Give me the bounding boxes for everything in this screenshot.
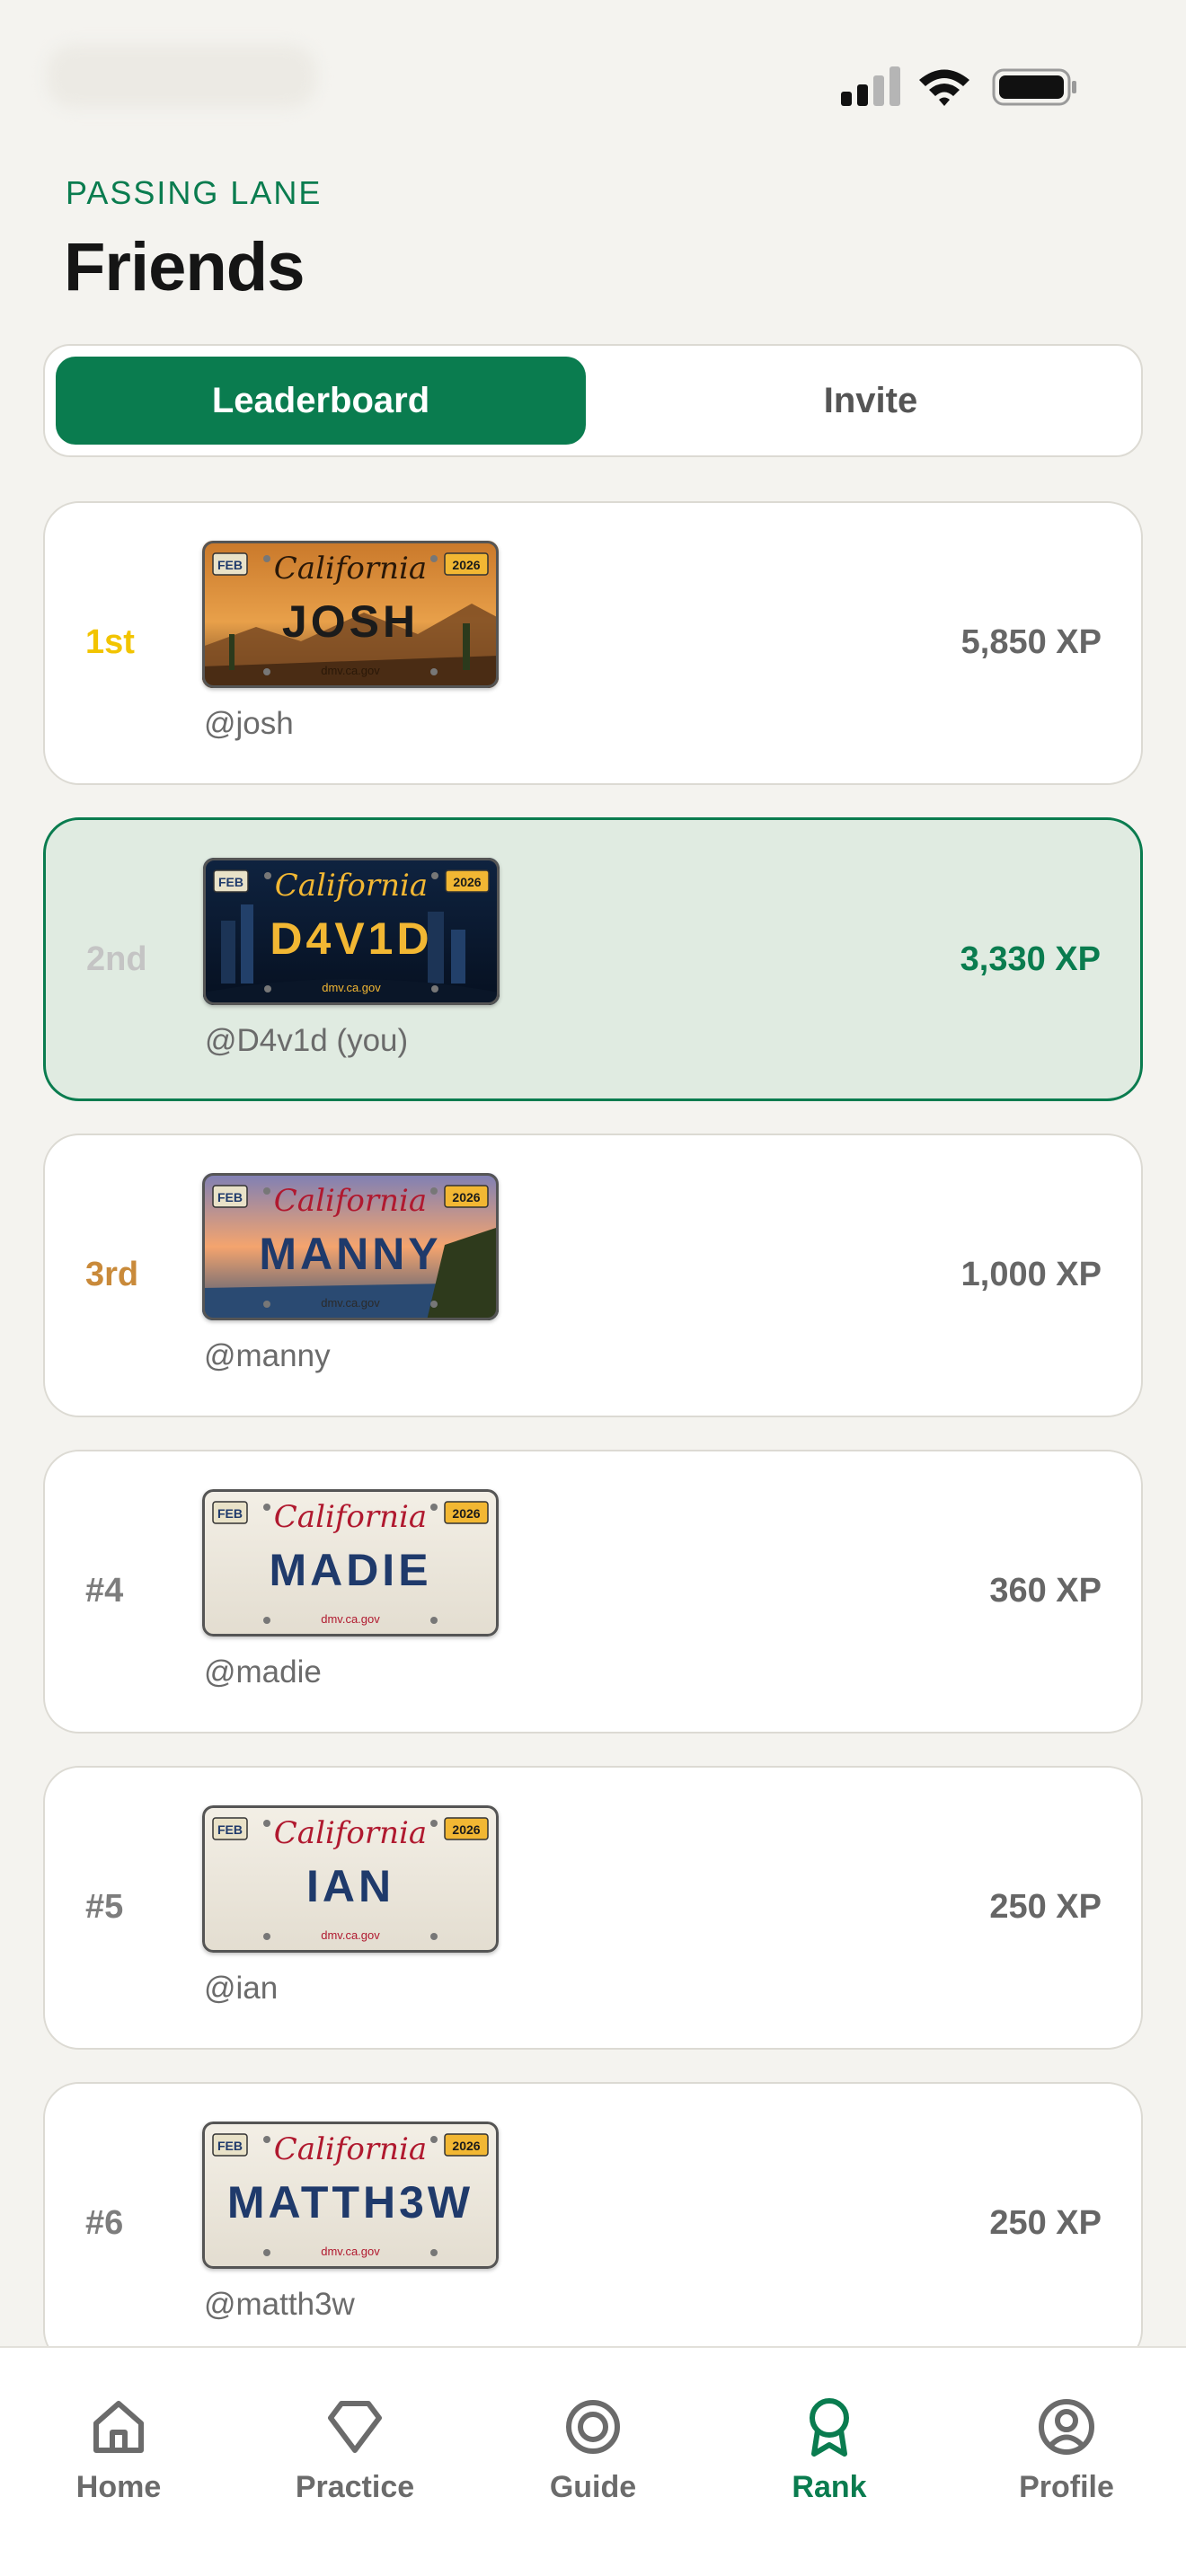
- leaderboard-row[interactable]: #4 FEB 2026 California MADIE dmv.ca.gov @madie…: [43, 1450, 1143, 1734]
- status-time-blurred: [47, 45, 316, 108]
- plate-month: FEB: [217, 1822, 243, 1837]
- plate-state: California: [275, 868, 428, 904]
- license-plate-art: FEB 2026 California D4V1D dmv.ca.gov: [203, 858, 500, 1005]
- user-handle: @manny: [204, 1338, 331, 1373]
- xp-value: 5,850 XP: [960, 623, 1102, 661]
- plate-site: dmv.ca.gov: [322, 981, 381, 994]
- friends-tab-switcher: Leaderboard Invite: [43, 344, 1143, 457]
- plate-state: California: [274, 1499, 427, 1535]
- license-plate-image: FEB 2026 California D4V1D dmv.ca.gov: [203, 858, 500, 1005]
- plate-number: MANNY: [259, 1229, 441, 1279]
- plate-year: 2026: [452, 1822, 480, 1837]
- leaderboard-row[interactable]: 2nd FEB 2026 California D4V1D dmv.ca.gov @D4v1…: [43, 817, 1143, 1101]
- plate-year: 2026: [452, 2139, 480, 2153]
- rank-label: #5: [85, 1888, 124, 1926]
- user-handle: @matth3w: [204, 2287, 355, 2322]
- plate-month: FEB: [217, 558, 243, 572]
- plate-site: dmv.ca.gov: [321, 1612, 380, 1626]
- leaderboard-row[interactable]: #6 FEB 2026 California MATTH3W dmv.ca.gov @mat…: [43, 2082, 1143, 2366]
- user-handle: @josh: [204, 706, 294, 741]
- tab-invite[interactable]: Invite: [606, 357, 1136, 445]
- plate-number: JOSH: [282, 596, 419, 647]
- wifi-icon: [919, 69, 969, 106]
- app-eyebrow: PASSING LANE: [66, 174, 323, 211]
- plate-number: MADIE: [269, 1545, 431, 1595]
- plate-year: 2026: [452, 558, 480, 572]
- rank-label: 1st: [85, 623, 135, 661]
- license-plate-art: FEB 2026 California MATTH3W dmv.ca.gov: [202, 2122, 499, 2269]
- user-handle: @madie: [204, 1654, 322, 1689]
- plate-month: FEB: [217, 1190, 243, 1204]
- license-plate-image: FEB 2026 California JOSH dmv.ca.gov: [202, 541, 499, 688]
- status-bar: [0, 0, 1186, 171]
- nav-rank[interactable]: Rank: [739, 2395, 919, 2505]
- cellular-signal-icon: [841, 66, 900, 106]
- xp-value: 3,330 XP: [960, 940, 1101, 978]
- leaderboard-row[interactable]: 3rd FEB 2026 California MANNY dmv.ca.gov @mann…: [43, 1134, 1143, 1417]
- license-plate-art: FEB 2026 California MANNY dmv.ca.gov: [202, 1173, 499, 1320]
- plate-state: California: [274, 1183, 427, 1219]
- license-plate-art: FEB 2026 California IAN dmv.ca.gov: [202, 1805, 499, 1953]
- plate-site: dmv.ca.gov: [321, 2245, 380, 2258]
- plate-number: D4V1D: [270, 913, 432, 964]
- rank-label: #4: [85, 1572, 124, 1610]
- plate-number: MATTH3W: [227, 2177, 474, 2228]
- xp-value: 1,000 XP: [960, 1256, 1102, 1293]
- nav-guide-label: Guide: [549, 2470, 637, 2504]
- plate-year: 2026: [453, 875, 481, 889]
- diamond-icon: [328, 2401, 382, 2453]
- nav-profile-label: Profile: [1019, 2470, 1114, 2504]
- plate-state: California: [274, 551, 427, 587]
- nav-home-label: Home: [75, 2470, 162, 2504]
- tab-leaderboard[interactable]: Leaderboard: [56, 357, 586, 445]
- house-icon: [93, 2401, 144, 2453]
- plate-number: IAN: [306, 1861, 394, 1911]
- user-handle: @D4v1d (you): [205, 1023, 409, 1058]
- plate-site: dmv.ca.gov: [321, 1296, 380, 1310]
- nav-rank-label: Rank: [792, 2470, 867, 2504]
- leaderboard-row[interactable]: 1st FEB 2026 California JOSH dmv.ca.gov @josh 5…: [43, 501, 1143, 785]
- user-circle-icon: [1039, 2399, 1094, 2455]
- plate-month: FEB: [217, 1506, 243, 1521]
- xp-value: 250 XP: [989, 1888, 1102, 1926]
- plate-site: dmv.ca.gov: [321, 1928, 380, 1942]
- license-plate-image: FEB 2026 California MADIE dmv.ca.gov: [202, 1489, 499, 1636]
- rank-label: #6: [85, 2204, 124, 2242]
- nav-guide[interactable]: Guide: [503, 2395, 683, 2505]
- plate-year: 2026: [452, 1506, 480, 1521]
- nav-profile[interactable]: Profile: [977, 2395, 1156, 2505]
- battery-icon: [992, 68, 1076, 106]
- nav-practice-label: Practice: [295, 2470, 415, 2504]
- nav-practice[interactable]: Practice: [265, 2395, 445, 2505]
- plate-state: California: [274, 2131, 427, 2167]
- page-title: Friends: [64, 229, 305, 305]
- plate-month: FEB: [217, 2139, 243, 2153]
- plate-year: 2026: [452, 1190, 480, 1204]
- license-plate-image: FEB 2026 California MATTH3W dmv.ca.gov: [202, 2122, 499, 2269]
- plate-month: FEB: [218, 875, 243, 889]
- xp-value: 250 XP: [989, 2204, 1102, 2242]
- plate-state: California: [274, 1815, 427, 1851]
- award-ribbon-icon: [810, 2398, 849, 2457]
- license-plate-image: FEB 2026 California IAN dmv.ca.gov: [202, 1805, 499, 1953]
- leaderboard-row[interactable]: #5 FEB 2026 California IAN dmv.ca.gov @ian 250 …: [43, 1766, 1143, 2050]
- rank-label: 2nd: [86, 940, 147, 978]
- bottom-tab-bar: Home Practice Guide Rank Profile: [0, 2346, 1186, 2576]
- xp-value: 360 XP: [989, 1572, 1102, 1610]
- license-plate-image: FEB 2026 California MANNY dmv.ca.gov: [202, 1173, 499, 1320]
- user-handle: @ian: [204, 1971, 279, 2006]
- license-plate-art: FEB 2026 California JOSH dmv.ca.gov: [202, 541, 499, 688]
- plate-site: dmv.ca.gov: [321, 664, 380, 677]
- rank-label: 3rd: [85, 1256, 139, 1293]
- license-plate-art: FEB 2026 California MADIE dmv.ca.gov: [202, 1489, 499, 1636]
- nav-home[interactable]: Home: [29, 2395, 208, 2505]
- target-icon: [566, 2400, 620, 2454]
